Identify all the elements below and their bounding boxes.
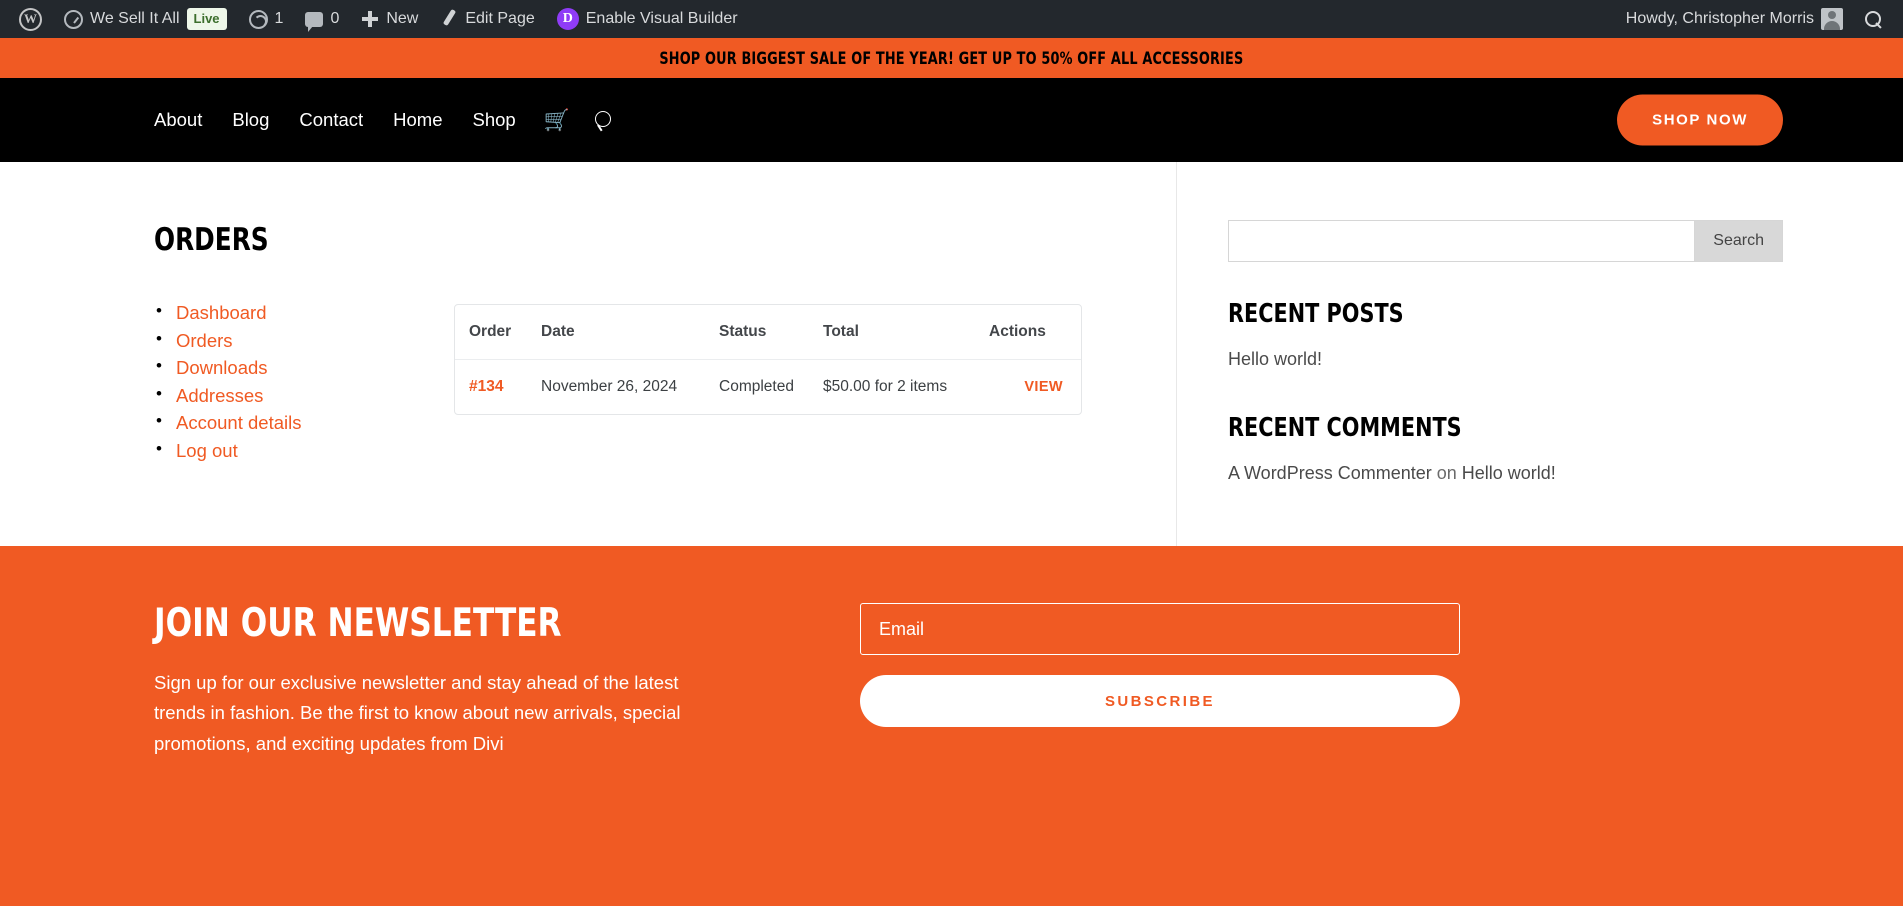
comments-menu[interactable]: 0 — [294, 0, 350, 38]
wordpress-logo-menu[interactable] — [8, 0, 53, 38]
enable-visual-builder-link[interactable]: D Enable Visual Builder — [546, 0, 749, 38]
comment-connector: on — [1431, 462, 1462, 483]
list-item: Dashboard — [154, 301, 454, 324]
list-item: Addresses — [154, 384, 454, 407]
nav-item-shop[interactable]: Shop — [473, 109, 516, 131]
admin-search-button[interactable] — [1854, 0, 1893, 38]
newsletter-title: JOIN OUR NEWSLETTER — [154, 601, 562, 646]
account-link-downloads[interactable]: Downloads — [176, 357, 268, 378]
visual-builder-label: Enable Visual Builder — [585, 10, 738, 27]
list-item: Account details — [154, 411, 454, 434]
cell-total: $50.00 for 2 items — [823, 378, 948, 395]
page-title: ORDERS — [154, 222, 269, 258]
subscribe-button[interactable]: SUBSCRIBE — [860, 675, 1460, 727]
column-header-actions: Actions — [975, 305, 1081, 360]
newsletter-copy: JOIN OUR NEWSLETTER Sign up for our excl… — [154, 601, 774, 862]
live-badge: Live — [186, 8, 227, 30]
divi-icon: D — [556, 8, 579, 30]
comment-icon — [305, 11, 324, 32]
email-field[interactable] — [860, 603, 1460, 655]
primary-nav: About Blog Contact Home Shop — [154, 109, 516, 131]
site-header: About Blog Contact Home Shop 🛒 SHOP NOW — [0, 78, 1903, 162]
recent-post-link[interactable]: Hello world! — [1228, 349, 1322, 369]
sidebar: Search RECENT POSTS Hello world! RECENT … — [1176, 162, 1903, 546]
newsletter-description: Sign up for our exclusive newsletter and… — [154, 672, 681, 754]
nav-item-contact[interactable]: Contact — [299, 109, 363, 131]
revisions-count: 1 — [274, 10, 284, 27]
account-link-account-details[interactable]: Account details — [176, 412, 301, 433]
page-body: ORDERS Dashboard Orders Downloads Addres… — [0, 162, 1903, 546]
nav-icon-group: 🛒 — [544, 110, 614, 131]
nav-item-blog[interactable]: Blog — [232, 109, 269, 131]
table-header-row: Order Date Status Total Actions — [455, 305, 1081, 360]
recent-comments-title: RECENT COMMENTS — [1228, 412, 1462, 443]
comments-count: 0 — [330, 10, 340, 27]
account-layout: Dashboard Orders Downloads Addresses Acc… — [154, 288, 1096, 467]
table-row: #134 November 26, 2024 Completed $50.00 … — [455, 360, 1081, 414]
list-item: Downloads — [154, 356, 454, 379]
account-nav-list: Dashboard Orders Downloads Addresses Acc… — [154, 301, 454, 462]
promo-banner-text: SHOP OUR BIGGEST SALE OF THE YEAR! GET U… — [659, 48, 1244, 68]
wordpress-icon — [19, 7, 42, 31]
pencil-icon — [440, 10, 458, 28]
search-button[interactable]: Search — [1694, 220, 1783, 262]
search-icon — [1865, 10, 1882, 28]
list-item: A WordPress Commenter on Hello world! — [1228, 459, 1783, 489]
account-link-log-out[interactable]: Log out — [176, 440, 238, 461]
account-link-dashboard[interactable]: Dashboard — [176, 302, 267, 323]
my-account-menu[interactable]: Howdy, Christopher Morris — [1615, 0, 1854, 38]
recent-comments-list: A WordPress Commenter on Hello world! — [1228, 459, 1783, 489]
nav-item-home[interactable]: Home — [393, 109, 442, 131]
promo-banner: SHOP OUR BIGGEST SALE OF THE YEAR! GET U… — [0, 38, 1903, 78]
new-label: New — [386, 10, 419, 27]
revisions-icon — [248, 9, 268, 29]
edit-page-link[interactable]: Edit Page — [429, 0, 545, 38]
search-icon[interactable] — [594, 110, 614, 130]
orders-table-wrapper: Order Date Status Total Actions #134 Nov… — [454, 288, 1096, 467]
cell-actions: VIEW — [975, 360, 1081, 414]
list-item: Log out — [154, 439, 454, 462]
plus-icon — [361, 10, 379, 28]
admin-bar-right: Howdy, Christopher Morris — [1615, 0, 1893, 38]
admin-bar-left: We Sell It All Live 1 0 New Edit Page D … — [8, 0, 1615, 38]
column-header-date: Date — [527, 305, 705, 360]
comment-post-link[interactable]: Hello world! — [1462, 463, 1556, 483]
orders-table-head: Order Date Status Total Actions — [455, 305, 1081, 360]
dashboard-icon — [64, 9, 83, 29]
new-content-menu[interactable]: New — [350, 0, 429, 38]
account-link-orders[interactable]: Orders — [176, 330, 233, 351]
shop-now-button[interactable]: SHOP NOW — [1617, 94, 1783, 146]
column-header-order: Order — [455, 305, 527, 360]
site-name-menu[interactable]: We Sell It All Live — [53, 0, 238, 38]
view-order-button[interactable]: VIEW — [1024, 379, 1063, 395]
order-number-link[interactable]: #134 — [469, 378, 503, 395]
account-link-addresses[interactable]: Addresses — [176, 385, 263, 406]
nav-item-about[interactable]: About — [154, 109, 202, 131]
recent-posts-list: Hello world! — [1228, 345, 1783, 375]
site-name-label: We Sell It All — [90, 10, 180, 27]
column-header-status: Status — [705, 305, 809, 360]
howdy-label: Howdy, Christopher Morris — [1625, 10, 1814, 27]
edit-page-label: Edit Page — [465, 10, 535, 27]
newsletter-section: JOIN OUR NEWSLETTER Sign up for our excl… — [0, 546, 1903, 906]
list-item: Hello world! — [1228, 345, 1783, 375]
recent-posts-title: RECENT POSTS — [1228, 299, 1404, 329]
orders-table-body: #134 November 26, 2024 Completed $50.00 … — [455, 360, 1081, 414]
revisions-menu[interactable]: 1 — [238, 0, 295, 38]
cell-date: November 26, 2024 — [541, 378, 678, 395]
list-item: Orders — [154, 329, 454, 352]
wp-admin-bar: We Sell It All Live 1 0 New Edit Page D … — [0, 0, 1903, 38]
comment-author-link[interactable]: A WordPress Commenter — [1228, 463, 1432, 483]
newsletter-form: SUBSCRIBE — [860, 601, 1460, 862]
orders-table: Order Date Status Total Actions #134 Nov… — [454, 304, 1082, 415]
column-header-total: Total — [809, 305, 975, 360]
cart-icon[interactable]: 🛒 — [544, 110, 570, 131]
cell-status: Completed — [719, 378, 794, 395]
account-navigation: Dashboard Orders Downloads Addresses Acc… — [154, 288, 454, 467]
main-content: ORDERS Dashboard Orders Downloads Addres… — [0, 162, 1176, 546]
cell-order: #134 — [455, 360, 527, 414]
sidebar-search-form: Search — [1228, 220, 1783, 262]
search-input[interactable] — [1228, 220, 1695, 262]
avatar — [1821, 8, 1843, 30]
